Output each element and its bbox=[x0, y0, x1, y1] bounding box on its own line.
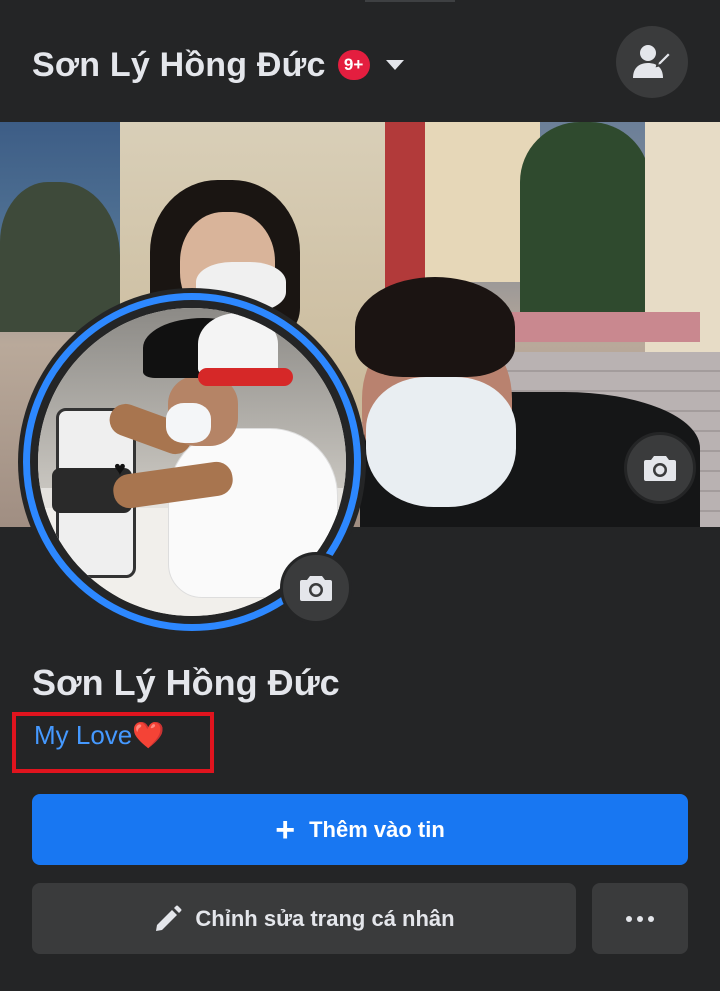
caret-down-icon bbox=[385, 60, 404, 70]
profile-name: Sơn Lý Hồng Đức bbox=[32, 662, 340, 703]
add-to-story-label: Thêm vào tin bbox=[309, 816, 445, 842]
camera-icon bbox=[644, 456, 676, 481]
top-bar: Sơn Lý Hồng Đức 9+ bbox=[0, 0, 720, 122]
account-name: Sơn Lý Hồng Đức bbox=[32, 45, 326, 84]
heart-emoji: ❤️ bbox=[132, 720, 165, 750]
bio-text: My Love bbox=[34, 720, 133, 750]
profile-bio[interactable]: My Love❤️ bbox=[34, 720, 165, 751]
account-switcher[interactable]: Sơn Lý Hồng Đức 9+ bbox=[32, 40, 404, 90]
cover-camera-button[interactable] bbox=[624, 432, 696, 504]
more-dots-icon bbox=[626, 915, 654, 922]
pencil-icon bbox=[156, 905, 182, 931]
camera-icon bbox=[300, 576, 332, 601]
profile-switch-button[interactable] bbox=[616, 26, 688, 98]
avatar-camera-button[interactable] bbox=[280, 552, 352, 624]
plus-icon: + bbox=[275, 810, 296, 849]
more-options-button[interactable] bbox=[592, 883, 688, 954]
top-divider bbox=[365, 0, 455, 2]
add-to-story-button[interactable]: + Thêm vào tin bbox=[32, 794, 688, 865]
edit-profile-button[interactable]: Chỉnh sửa trang cá nhân bbox=[32, 883, 576, 954]
profile-switch-icon bbox=[633, 45, 673, 78]
edit-profile-label: Chỉnh sửa trang cá nhân bbox=[195, 905, 455, 931]
notification-badge: 9+ bbox=[337, 50, 370, 80]
